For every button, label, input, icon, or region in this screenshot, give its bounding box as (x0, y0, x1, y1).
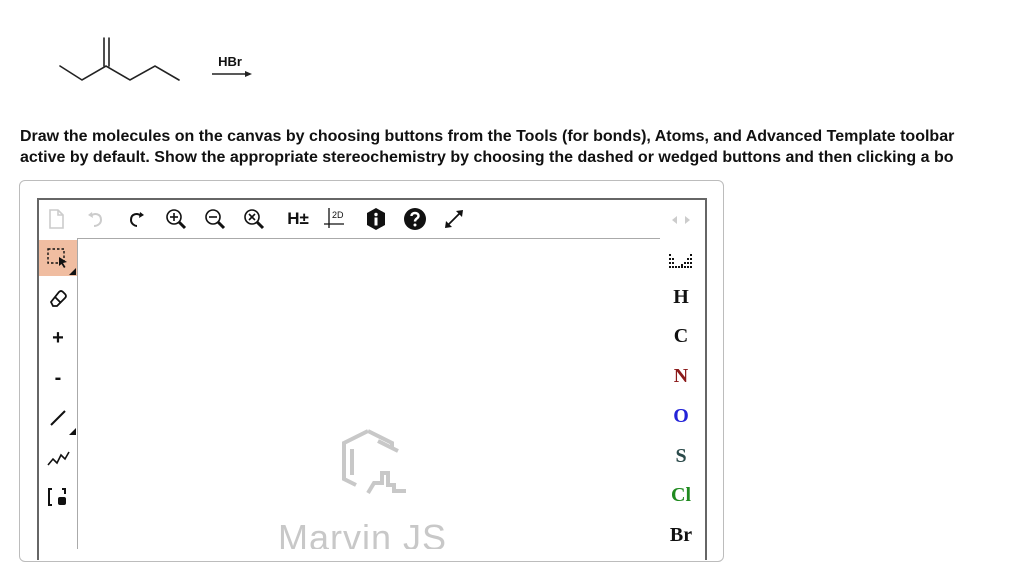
marvin-logo-icon (342, 429, 406, 495)
atom-symbol: O (673, 404, 689, 427)
eraser-tool-button[interactable] (39, 280, 77, 316)
clean-2d-icon: 2D (324, 208, 344, 228)
atom-symbol: Br (669, 523, 693, 546)
bracket-template-icon (48, 488, 66, 506)
canvas-watermark: Marvin JS (278, 517, 448, 549)
info-icon (367, 208, 385, 230)
submenu-indicator (69, 428, 76, 435)
reactant-molecule (59, 37, 180, 81)
instructions-line-2: active by default. Show the appropriate … (20, 149, 954, 166)
atom-symbol: Cl (671, 483, 691, 506)
plus-label: + (52, 326, 64, 349)
zoom-out-button[interactable] (200, 204, 230, 234)
help-button[interactable] (400, 204, 430, 234)
top-toolbar: H± 2D (39, 200, 703, 238)
zoom-in-icon (166, 209, 187, 230)
atom-button-br[interactable]: Br (660, 517, 702, 553)
zoom-fit-button[interactable] (239, 204, 269, 234)
undo-button[interactable] (81, 204, 111, 234)
info-button[interactable] (361, 204, 391, 234)
instructions-text: Draw the molecules on the canvas by choo… (20, 126, 1024, 168)
fullscreen-icon (445, 210, 463, 228)
clean-2d-button[interactable]: 2D (321, 204, 351, 234)
submenu-indicator (69, 268, 76, 275)
zoom-fit-icon (244, 209, 265, 230)
select-tool-button[interactable] (39, 240, 77, 276)
help-icon (404, 208, 426, 230)
atom-button-n[interactable]: N (660, 358, 702, 394)
left-toolbar: + - (39, 238, 77, 548)
chain-icon (47, 451, 70, 466)
reagent-label: HBr (218, 54, 242, 69)
atom-button-c[interactable]: C (660, 318, 702, 354)
atom-symbol: N (673, 364, 689, 387)
atom-symbol: H (673, 285, 689, 308)
reaction-scheme: HBr (59, 37, 252, 81)
atoms-toolbar: H C N O S Cl Br (660, 200, 702, 550)
hydrogens-button[interactable]: H± (281, 204, 315, 234)
drawing-canvas[interactable]: Marvin JS (77, 238, 661, 549)
periodic-table-icon (669, 254, 692, 268)
periodic-table-button[interactable] (660, 246, 702, 274)
single-bond-icon (50, 410, 66, 426)
minus-label: - (54, 366, 62, 389)
template-tool-button[interactable] (39, 480, 77, 516)
atom-button-cl[interactable]: Cl (660, 477, 702, 513)
rectangle-select-icon (47, 248, 67, 268)
left-right-arrows-icon (672, 216, 690, 224)
reaction-arrow (212, 71, 252, 77)
atom-symbol: C (673, 324, 689, 347)
eraser-icon (49, 290, 67, 307)
chain-tool-button[interactable] (39, 440, 77, 476)
atom-symbol: S (675, 444, 687, 467)
redo-button[interactable] (121, 204, 151, 234)
fullscreen-button[interactable] (439, 204, 469, 234)
increase-charge-button[interactable]: + (39, 320, 77, 356)
single-bond-button[interactable] (39, 400, 77, 436)
hydrogens-label: H± (287, 209, 309, 228)
atom-button-s[interactable]: S (660, 438, 702, 474)
decrease-charge-button[interactable]: - (39, 360, 77, 396)
toolbar-scroll-control[interactable] (660, 210, 702, 230)
zoom-in-button[interactable] (161, 204, 191, 234)
undo-icon (88, 212, 103, 227)
zoom-out-icon (205, 209, 226, 230)
redo-icon (129, 212, 144, 227)
atom-button-o[interactable]: O (660, 398, 702, 434)
atom-button-h[interactable]: H (660, 279, 702, 315)
new-document-button[interactable] (41, 204, 71, 234)
instructions-line-1: Draw the molecules on the canvas by choo… (20, 128, 955, 145)
new-document-icon (49, 209, 64, 229)
clean-2d-label: 2D (332, 210, 344, 220)
